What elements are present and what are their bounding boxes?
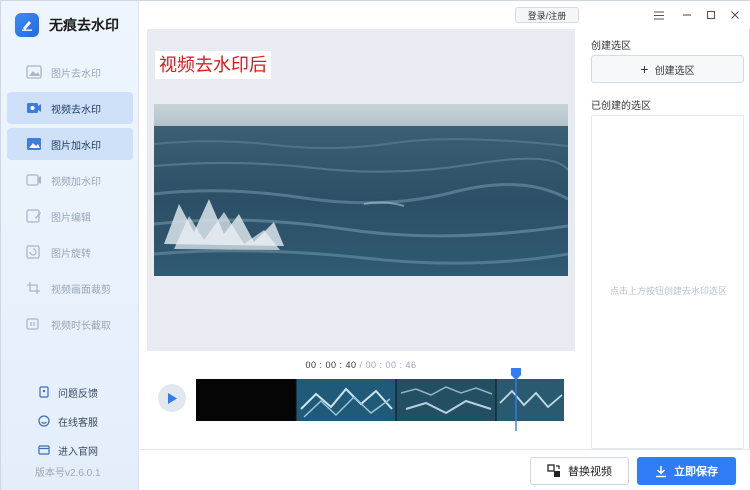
support-link[interactable]: 在线客服	[1, 410, 139, 432]
download-icon	[655, 465, 667, 478]
sidebar-item-image-rotate[interactable]: 图片旋转	[7, 236, 133, 268]
feedback-icon	[37, 386, 50, 399]
create-selection-title: 创建选区	[591, 41, 631, 52]
sidebar-item-label: 图片加水印	[51, 140, 101, 152]
thumbnail-frame	[396, 379, 496, 421]
created-selections-list: 点击上方按钮创建去水印选区	[591, 115, 744, 449]
website-icon	[37, 444, 50, 457]
video-frame[interactable]	[154, 104, 568, 276]
empty-selection-hint: 点击上方按钮创建去水印选区	[609, 286, 727, 296]
sidebar: 无痕去水印 图片去水印 视频去水印 图片加水印 视频加水印 图片编辑 图片旋转 …	[1, 1, 139, 490]
play-button[interactable]	[158, 384, 186, 412]
image-watermark-icon	[25, 137, 42, 152]
sidebar-item-video-trim[interactable]: 视频时长截取	[7, 308, 133, 340]
sidebar-item-label: 视频去水印	[51, 104, 101, 116]
footer-bar: 替换视频 立即保存	[139, 449, 750, 490]
app-logo-icon	[15, 13, 39, 37]
app-name: 无痕去水印	[49, 17, 119, 33]
thumbnail-frame	[196, 379, 296, 421]
website-label: 进入官网	[58, 446, 98, 458]
title-bar: 登录/注册	[139, 1, 750, 29]
sidebar-item-image-edit[interactable]: 图片编辑	[7, 200, 133, 232]
sidebar-item-image-remove-watermark[interactable]: 图片去水印	[7, 56, 133, 88]
selection-panel: 创建选区 + 创建选区 已创建的选区 点击上方按钮创建去水印选区	[583, 29, 750, 449]
play-icon	[168, 392, 177, 404]
create-selection-label: 创建选区	[654, 65, 695, 77]
minimize-icon[interactable]	[679, 7, 695, 23]
close-icon[interactable]	[727, 7, 743, 23]
sidebar-item-video-crop[interactable]: 视频画面裁剪	[7, 272, 133, 304]
preview-overlay-text: 视频去水印后	[155, 51, 271, 79]
replace-video-label: 替换视频	[568, 466, 612, 478]
timeline: 00 : 00 : 40 / 00 : 00 : 46	[147, 351, 575, 447]
thumbnail-frame	[296, 379, 396, 421]
time-separator: /	[356, 360, 366, 370]
feedback-label: 问题反馈	[58, 388, 98, 400]
sidebar-item-label: 视频画面裁剪	[51, 284, 111, 296]
app-window: 无痕去水印 图片去水印 视频去水印 图片加水印 视频加水印 图片编辑 图片旋转 …	[0, 0, 750, 490]
sidebar-item-label: 图片旋转	[51, 248, 91, 260]
sidebar-item-label: 图片编辑	[51, 212, 91, 224]
feedback-link[interactable]: 问题反馈	[1, 381, 139, 403]
thumbnail-frame	[496, 379, 564, 421]
image-erase-icon	[25, 65, 42, 80]
support-icon	[37, 415, 50, 428]
brand: 无痕去水印	[15, 13, 119, 37]
current-time: 00 : 00 : 40	[305, 360, 357, 370]
total-time: 00 : 00 : 46	[365, 360, 417, 370]
menu-icon[interactable]	[651, 7, 667, 23]
video-thumbnail-strip[interactable]	[196, 379, 564, 421]
video-watermark-icon	[25, 173, 42, 188]
video-trim-icon	[25, 317, 42, 332]
video-preview: 视频去水印后	[147, 29, 575, 351]
video-erase-icon	[25, 101, 42, 116]
image-edit-icon	[25, 209, 42, 224]
sidebar-item-video-add-watermark[interactable]: 视频加水印	[7, 164, 133, 196]
sidebar-item-label: 视频加水印	[51, 176, 101, 188]
save-now-label: 立即保存	[674, 466, 718, 478]
support-label: 在线客服	[58, 417, 98, 429]
sidebar-item-label: 视频时长截取	[51, 320, 111, 332]
create-selection-button[interactable]: + 创建选区	[591, 55, 744, 83]
image-rotate-icon	[25, 245, 42, 260]
replace-video-button[interactable]: 替换视频	[530, 457, 629, 485]
replace-icon	[547, 464, 561, 478]
sidebar-item-video-remove-watermark[interactable]: 视频去水印	[7, 92, 133, 124]
playhead[interactable]	[510, 367, 522, 431]
sidebar-links: 问题反馈 在线客服 进入官网	[1, 381, 139, 468]
maximize-icon[interactable]	[703, 7, 719, 23]
save-now-button[interactable]: 立即保存	[637, 457, 736, 485]
plus-icon: +	[640, 61, 649, 77]
sidebar-nav: 图片去水印 视频去水印 图片加水印 视频加水印 图片编辑 图片旋转 视频画面裁剪…	[7, 56, 133, 344]
website-link[interactable]: 进入官网	[1, 439, 139, 461]
video-crop-icon	[25, 281, 42, 296]
login-register-button[interactable]: 登录/注册	[515, 7, 579, 23]
app-version: 版本号v2.6.0.1	[35, 468, 101, 479]
sidebar-item-image-add-watermark[interactable]: 图片加水印	[7, 128, 133, 160]
created-selections-title: 已创建的选区	[591, 101, 651, 112]
sidebar-item-label: 图片去水印	[51, 68, 101, 80]
